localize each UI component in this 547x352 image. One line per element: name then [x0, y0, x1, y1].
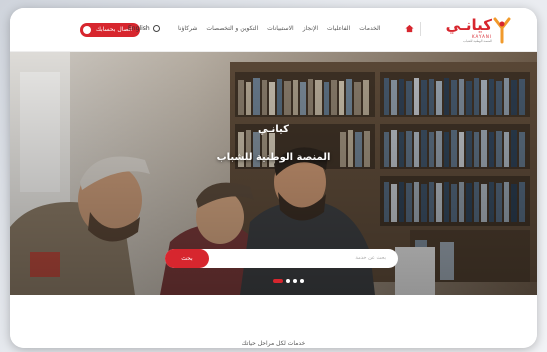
hero-subtitle: المنصة الوطنية للشباب	[216, 152, 331, 163]
language-label: English	[128, 25, 150, 32]
nav-divider	[420, 22, 421, 36]
nav-item-achievement[interactable]: الإنجاز	[303, 25, 318, 32]
nav-item-training[interactable]: التكوين و التخصصات	[206, 25, 258, 32]
language-switcher[interactable]: English	[128, 25, 160, 32]
logo-tagline: المنصة الوطنية للشباب	[463, 39, 492, 43]
search-button[interactable]: بحث	[165, 249, 209, 268]
user-icon	[83, 26, 91, 34]
logo-text: كيانـي	[445, 16, 493, 34]
carousel-dot[interactable]	[293, 279, 297, 283]
search-input[interactable]: بحث عن خدمة	[355, 255, 386, 261]
hero-brand: كيانـي	[258, 124, 289, 135]
carousel-indicators	[273, 279, 304, 283]
site-logo[interactable]: كيانـي KAYANI المنصة الوطنية للشباب	[434, 14, 514, 46]
logo-figure-icon	[493, 17, 511, 44]
main-nav: الخدمات الفاعليات الإنجاز الاستبيانات ال…	[178, 25, 380, 32]
nav-item-services[interactable]: الخدمات	[359, 25, 380, 32]
browser-frame: اتصال بحسابك English الخدمات الفاعليات ا…	[10, 8, 537, 348]
search-bar: بحث بحث عن خدمة	[165, 249, 398, 268]
hero-banner: كيانـي المنصة الوطنية للشباب بحث بحث عن …	[10, 52, 537, 295]
section-title: خدمات لكل مراحل حياتك	[241, 340, 306, 347]
nav-item-partners[interactable]: شركاؤنا	[178, 25, 197, 32]
carousel-dot[interactable]	[286, 279, 290, 283]
services-section: خدمات لكل مراحل حياتك	[10, 295, 537, 348]
home-icon[interactable]	[405, 24, 414, 33]
globe-icon	[152, 25, 160, 32]
top-navigation-bar: اتصال بحسابك English الخدمات الفاعليات ا…	[10, 8, 537, 52]
login-label: اتصال بحسابك	[96, 26, 133, 33]
nav-item-surveys[interactable]: الاستبيانات	[267, 25, 294, 32]
carousel-dot[interactable]	[300, 279, 304, 283]
nav-item-events[interactable]: الفاعليات	[327, 25, 350, 32]
carousel-dot[interactable]	[273, 279, 283, 283]
